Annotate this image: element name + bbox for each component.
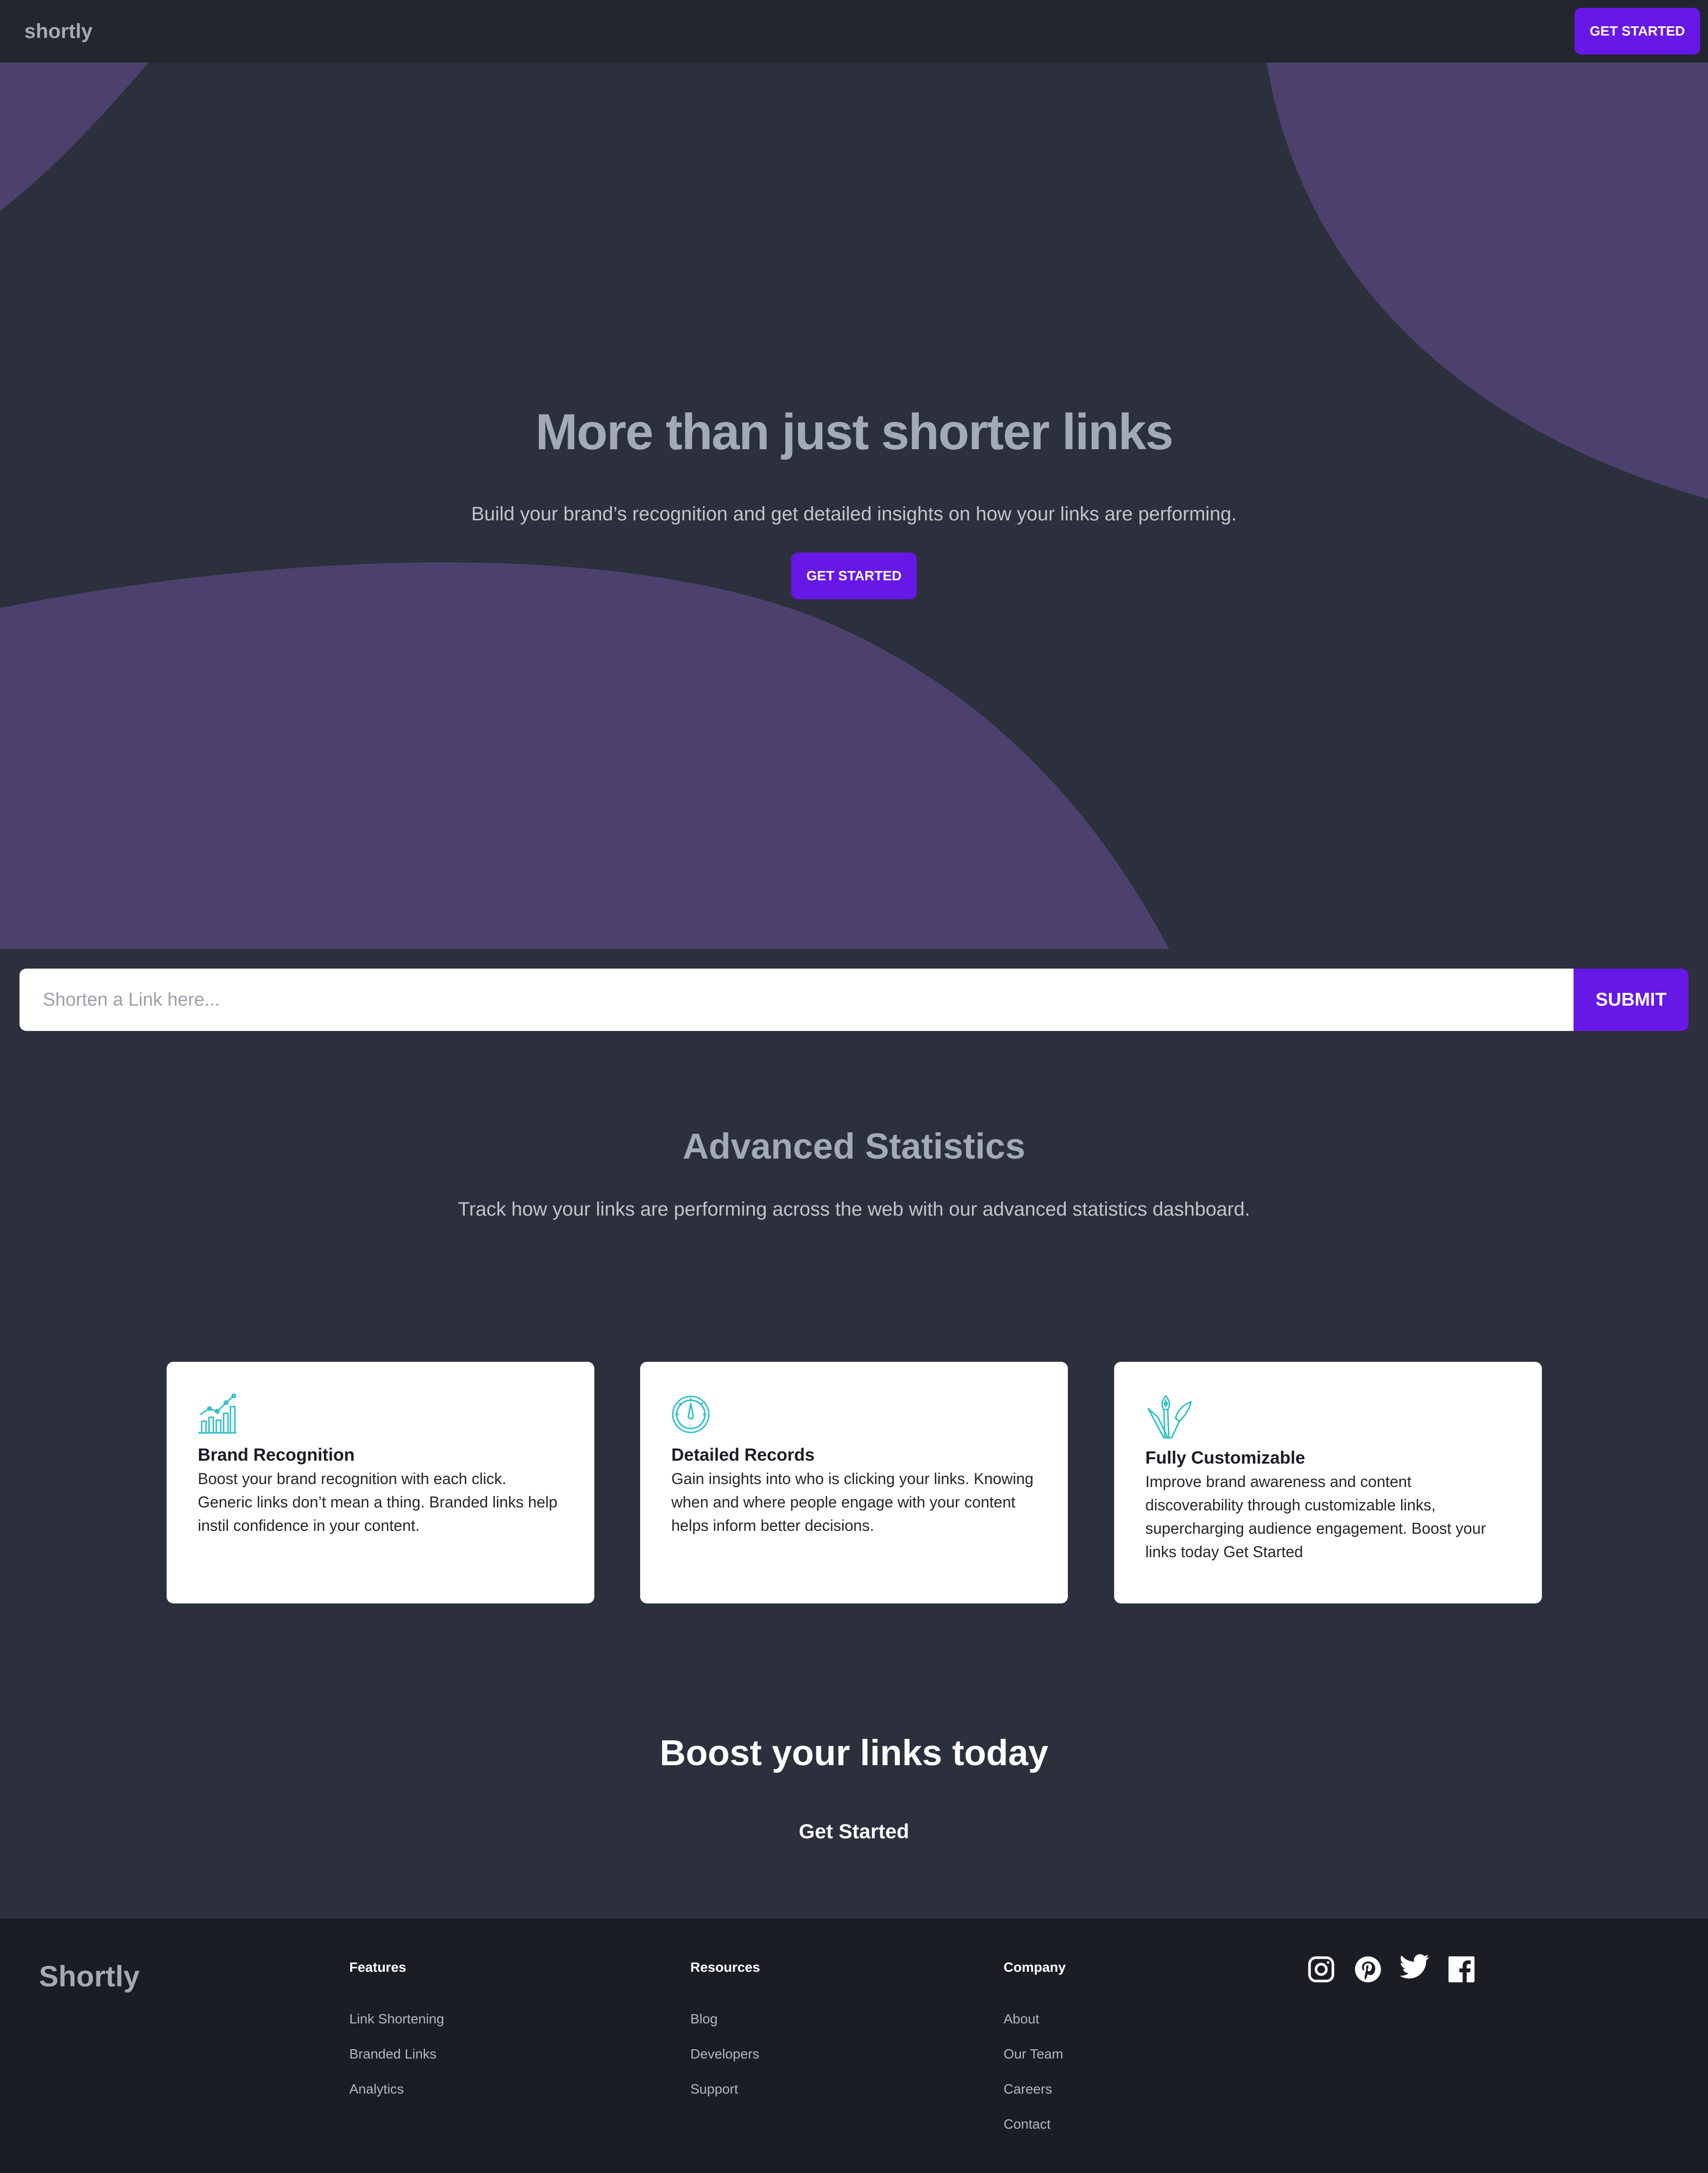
pinterest-icon[interactable]	[1352, 1954, 1384, 1985]
footer-column-features: Features Link Shortening Branded Links A…	[349, 1960, 444, 2107]
top-left-blob	[0, 62, 149, 211]
twitter-icon[interactable]	[1399, 1951, 1430, 1982]
footer-column-resources: Resources Blog Developers Support	[690, 1960, 760, 2107]
top-navbar: shortly GET STARTED	[0, 0, 1708, 62]
footer-logo[interactable]: Shortly	[39, 1960, 140, 1993]
hero-section: More than just shorter links Build your …	[0, 62, 1708, 949]
footer-link[interactable]: Blog	[690, 2001, 760, 2037]
card-title: Fully Customizable	[1145, 1448, 1306, 1468]
bottom-left-blob	[0, 562, 1169, 949]
footer-heading: Company	[1004, 1960, 1066, 1975]
footer-link[interactable]: About	[1004, 2001, 1066, 2037]
boost-get-started-link[interactable]: Get Started	[757, 1820, 951, 1843]
boost-title: Boost your links today	[660, 1733, 1048, 1773]
hero-title: More than just shorter links	[535, 404, 1174, 460]
bar-chart-icon	[198, 1393, 237, 1434]
shorten-link-form: SUBMIT	[19, 969, 1689, 1031]
facebook-icon[interactable]	[1446, 1954, 1477, 1985]
footer-heading: Resources	[690, 1960, 760, 1975]
hero-subtitle: Build your brand’s recognition and get d…	[471, 503, 1237, 525]
card-text: Improve brand awareness and content disc…	[1145, 1473, 1486, 1561]
footer-link[interactable]: Our Team	[1004, 2037, 1066, 2072]
submit-button[interactable]: SUBMIT	[1574, 969, 1689, 1031]
stats-title: Advanced Statistics	[683, 1126, 1025, 1166]
feature-card-detailed-records: Detailed Records Gain insights into who …	[640, 1362, 1068, 1603]
footer-link[interactable]: Analytics	[349, 2072, 444, 2107]
card-title: Detailed Records	[671, 1445, 815, 1465]
hero-get-started-button[interactable]: GET STARTED	[791, 553, 917, 599]
card-title: Brand Recognition	[198, 1445, 355, 1465]
brand-logo[interactable]: shortly	[24, 19, 93, 43]
footer-link[interactable]: Careers	[1004, 2072, 1066, 2107]
footer-link[interactable]: Branded Links	[349, 2037, 444, 2072]
footer-heading: Features	[349, 1960, 406, 1975]
stats-subtitle: Track how your links are performing acro…	[458, 1199, 1250, 1220]
card-text: Boost your brand recognition with each c…	[198, 1470, 558, 1534]
footer-link[interactable]: Developers	[690, 2037, 760, 2072]
footer-column-company: Company About Our Team Careers Contact	[1004, 1960, 1066, 2142]
feature-card-brand-recognition: Brand Recognition Boost your brand recog…	[167, 1362, 594, 1603]
shorten-link-input[interactable]	[19, 969, 1574, 1031]
footer: Shortly Features Link Shortening Branded…	[0, 1919, 1708, 2173]
footer-link[interactable]: Contact	[1004, 2107, 1066, 2142]
gauge-icon	[672, 1395, 710, 1433]
footer-link[interactable]: Support	[690, 2072, 760, 2107]
instagram-icon[interactable]	[1306, 1954, 1337, 1985]
footer-link[interactable]: Link Shortening	[349, 2001, 444, 2037]
feature-card-fully-customizable: Fully Customizable Improve brand awarene…	[1114, 1362, 1542, 1603]
nav-get-started-button[interactable]: GET STARTED	[1575, 8, 1700, 55]
card-text: Gain insights into who is clicking your …	[671, 1470, 1034, 1534]
pen-tools-icon	[1147, 1395, 1192, 1439]
